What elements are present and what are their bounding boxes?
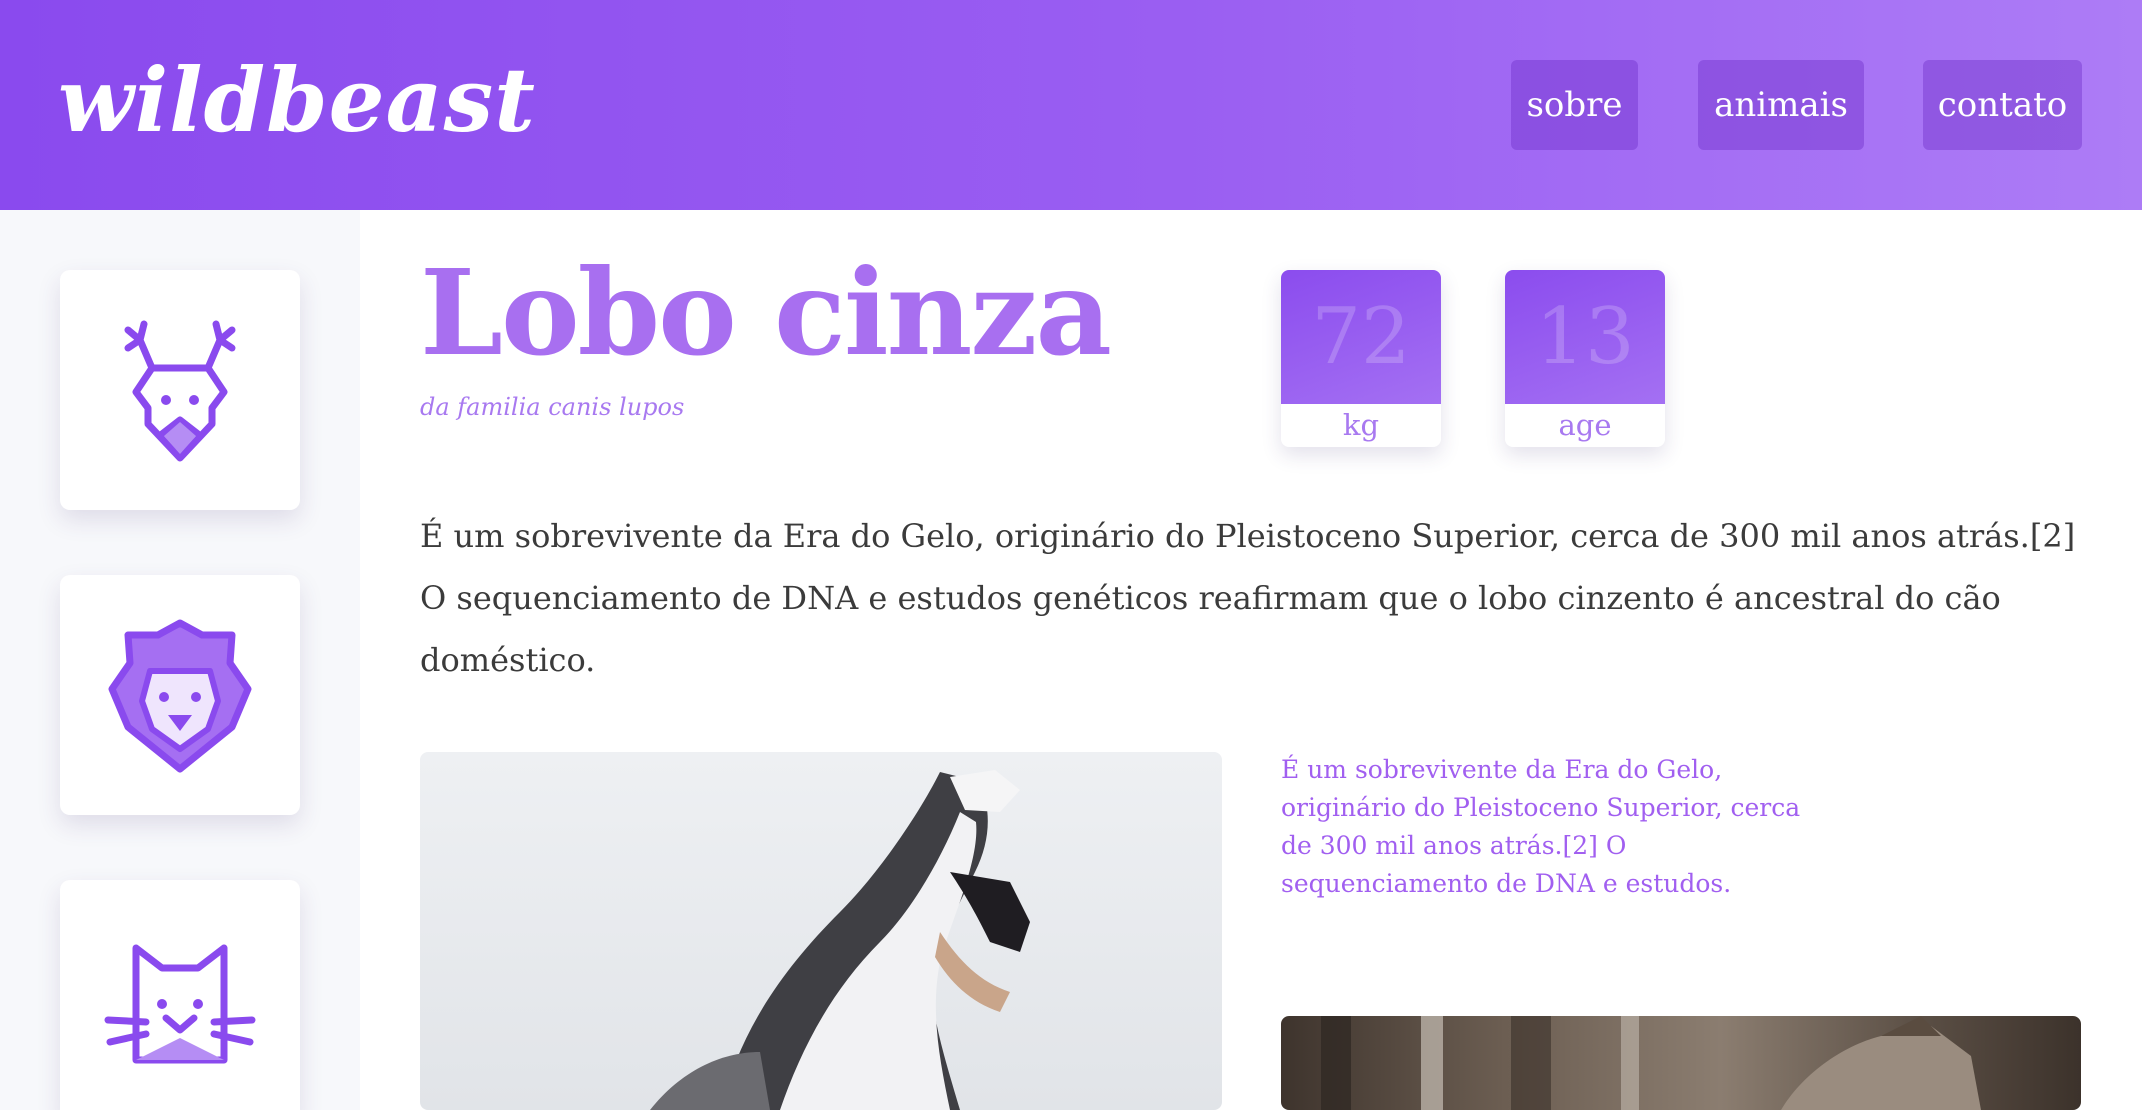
page-title: Lobo cinza: [420, 243, 1112, 382]
nav-animais-button[interactable]: animais: [1698, 60, 1864, 150]
sidebar-item-deer[interactable]: [60, 270, 300, 510]
deer-icon: [124, 320, 236, 462]
nav-sobre-button[interactable]: sobre: [1511, 60, 1638, 150]
sidebar-item-cat[interactable]: [60, 880, 300, 1110]
age-value: 13: [1505, 270, 1665, 404]
cat-icon: [104, 944, 256, 1064]
age-label: age: [1558, 408, 1612, 442]
site-logo[interactable]: wildbeast: [58, 52, 536, 149]
wolf-forest-photo: [1281, 1016, 2081, 1110]
weight-stat-card: 72 kg: [1281, 270, 1441, 447]
age-stat-card: 13 age: [1505, 270, 1665, 447]
wolf-howling-photo: [420, 752, 1222, 1110]
sidebar-item-lion[interactable]: [60, 575, 300, 815]
site-header: wildbeast sobre animais contato: [0, 0, 2142, 210]
nav-contato-button[interactable]: contato: [1923, 60, 2082, 150]
photo-caption: É um sobrevivente da Era do Gelo, origin…: [1281, 755, 1801, 898]
weight-label: kg: [1342, 408, 1380, 442]
weight-value: 72: [1281, 270, 1441, 404]
page-subtitle: da familia canis lupos: [420, 393, 685, 421]
animal-description: É um sobrevivente da Era do Gelo, origin…: [420, 517, 2076, 679]
lion-icon: [108, 619, 252, 773]
